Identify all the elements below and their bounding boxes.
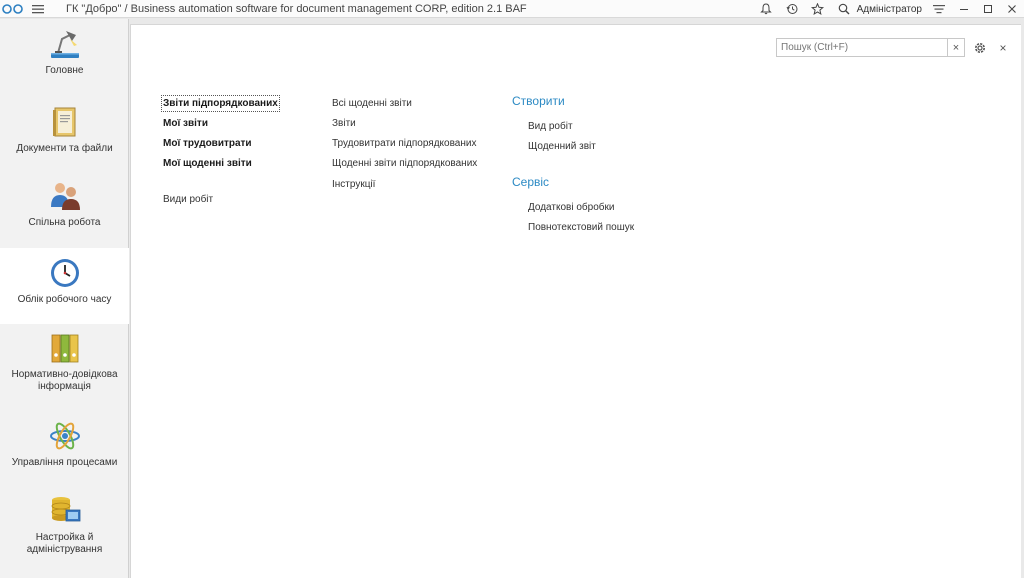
link-work-types[interactable]: Види робіт bbox=[163, 193, 213, 206]
documents-icon bbox=[48, 105, 82, 139]
sidebar-item-label: Облік робочого часу bbox=[17, 294, 112, 305]
gear-icon[interactable] bbox=[971, 38, 989, 57]
sidebar-item-label: Документи та файли bbox=[16, 143, 113, 154]
sidebar-item-settings-admin[interactable]: Настройка й адміністрування bbox=[0, 494, 129, 556]
section-panel: × × Звіти підпорядкованих Мої звіти Мої … bbox=[130, 24, 1021, 578]
clock-icon bbox=[48, 256, 82, 290]
sidebar-item-label: Головне bbox=[45, 65, 84, 76]
app-title: ГК "Добро" / Business automation softwar… bbox=[66, 2, 527, 15]
search-icon[interactable] bbox=[831, 0, 857, 18]
link-subordinates-daily-reports[interactable]: Щоденні звіти підпорядкованих bbox=[332, 157, 477, 170]
process-icon bbox=[48, 419, 82, 453]
sidebar-item-main[interactable]: Головне bbox=[0, 27, 129, 77]
main-menu-icon[interactable] bbox=[26, 0, 50, 18]
sidebar-item-documents[interactable]: Документи та файли bbox=[0, 105, 129, 155]
maximize-icon[interactable] bbox=[976, 0, 1000, 18]
link-my-labor-costs[interactable]: Мої трудовитрати bbox=[163, 137, 252, 150]
sidebar-item-label: Настройка й адміністрування bbox=[26, 532, 103, 555]
close-icon[interactable] bbox=[1000, 0, 1024, 18]
sidebar-item-label: Управління процесами bbox=[11, 457, 118, 468]
sections-sidebar: Головне Документи та файли Спільна робот bbox=[0, 19, 129, 578]
link-my-daily-reports[interactable]: Мої щоденні звіти bbox=[163, 157, 252, 170]
sidebar-item-time-tracking[interactable]: Облік робочого часу bbox=[0, 248, 129, 324]
sidebar-item-collaboration[interactable]: Спільна робота bbox=[0, 179, 129, 229]
minimize-icon[interactable] bbox=[952, 0, 976, 18]
desk-lamp-icon bbox=[48, 27, 82, 61]
link-subordinates-labor-costs[interactable]: Трудовитрати підпорядкованих bbox=[332, 137, 476, 150]
link-reports[interactable]: Звіти bbox=[332, 117, 356, 130]
star-icon[interactable] bbox=[805, 0, 831, 18]
link-fulltext-search[interactable]: Повнотекстовий пошук bbox=[528, 221, 634, 234]
link-my-reports[interactable]: Мої звіти bbox=[163, 117, 208, 130]
link-subordinates-reports[interactable]: Звіти підпорядкованих bbox=[161, 95, 280, 112]
service-section-title: Сервіс bbox=[512, 175, 550, 189]
people-icon bbox=[48, 179, 82, 213]
link-all-daily-reports[interactable]: Всі щоденні звіти bbox=[332, 97, 412, 110]
link-instructions[interactable]: Інструкції bbox=[332, 178, 375, 191]
binders-icon bbox=[48, 331, 82, 365]
link-create-daily-report[interactable]: Щоденний звіт bbox=[528, 140, 596, 153]
sidebar-item-reference-info[interactable]: Нормативно-довідкова інформація bbox=[0, 331, 129, 393]
sidebar-item-process-management[interactable]: Управління процесами bbox=[0, 419, 129, 469]
close-panel-icon[interactable]: × bbox=[996, 38, 1010, 57]
link-create-work-type[interactable]: Вид робіт bbox=[528, 120, 573, 133]
sidebar-item-label: Спільна робота bbox=[28, 217, 101, 228]
clear-search-icon[interactable]: × bbox=[948, 38, 965, 57]
create-section-title: Створити bbox=[512, 94, 565, 108]
search-input[interactable] bbox=[776, 38, 948, 57]
menu-lines-icon[interactable] bbox=[926, 0, 952, 18]
sidebar-item-label: Нормативно-довідкова інформація bbox=[11, 369, 118, 392]
app-logo-icon bbox=[0, 0, 26, 18]
database-settings-icon bbox=[48, 494, 82, 528]
bell-icon[interactable] bbox=[753, 0, 779, 18]
user-name[interactable]: Адміністратор bbox=[857, 4, 922, 15]
link-additional-processing[interactable]: Додаткові обробки bbox=[528, 201, 614, 214]
history-icon[interactable] bbox=[779, 0, 805, 18]
title-bar: ГК "Добро" / Business automation softwar… bbox=[0, 0, 1024, 18]
